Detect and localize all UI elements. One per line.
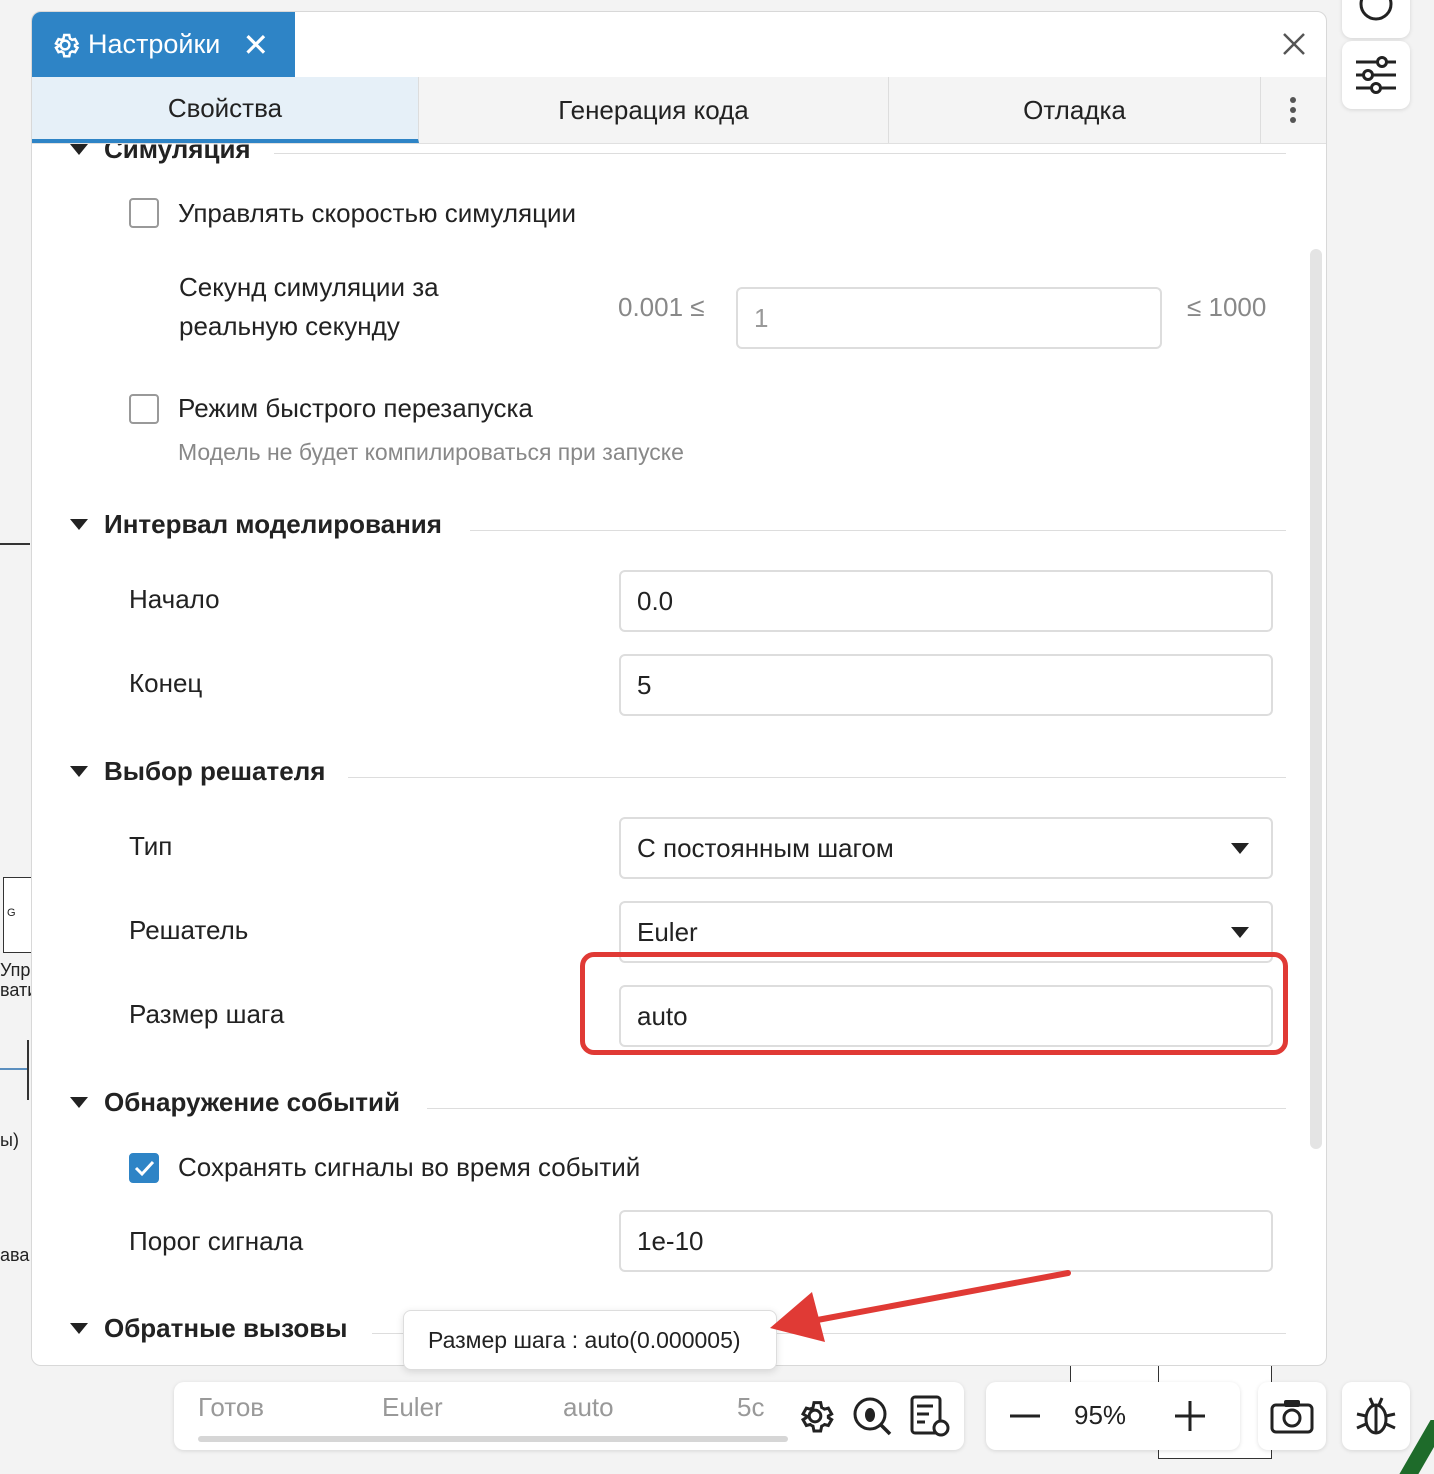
check-icon	[134, 1160, 155, 1177]
progress-bar	[198, 1436, 788, 1442]
speed-control-label: Управлять скоростью симуляции	[178, 198, 577, 228]
canvas-label: G	[7, 907, 16, 919]
section-title: Обратные вызовы	[104, 1313, 348, 1343]
gear-icon	[54, 33, 80, 57]
collapse-triangle-icon	[70, 1097, 88, 1108]
section-title: Интервал моделирования	[104, 509, 442, 539]
zoom-control: 95%	[986, 1382, 1240, 1450]
canvas-wire	[0, 543, 30, 545]
section-divider	[470, 530, 1286, 531]
sim-seconds-input[interactable]: 1	[736, 287, 1162, 349]
status-state: Готов	[198, 1392, 265, 1422]
sim-seconds-label-line2: реальную секунду	[179, 311, 400, 341]
sim-seconds-max: ≤ 1000	[1187, 292, 1267, 322]
status-step[interactable]: auto	[563, 1392, 614, 1423]
close-tab-icon[interactable]: ✕	[242, 29, 269, 61]
close-icon	[1283, 33, 1305, 55]
panel-tabbar: Настройки ✕	[32, 12, 1326, 78]
gear-icon[interactable]	[795, 1396, 835, 1436]
section-divider	[348, 777, 1286, 778]
status-time: 5с	[737, 1392, 765, 1422]
tab-code-generation[interactable]: Генерация кода	[419, 77, 889, 143]
threshold-input[interactable]: 1e-10	[619, 1210, 1273, 1272]
sliders-icon	[1356, 56, 1396, 94]
section-title: Симуляция	[104, 144, 251, 164]
chevron-down-icon	[1231, 927, 1249, 938]
code-settings-icon[interactable]	[909, 1394, 951, 1438]
section-divider	[427, 1108, 1286, 1109]
debug-button[interactable]	[1342, 1382, 1410, 1450]
section-title: Обнаружение событий	[104, 1087, 400, 1117]
section-divider	[274, 153, 1286, 154]
end-input[interactable]: 5	[619, 654, 1273, 716]
zoom-in-icon[interactable]	[1173, 1399, 1207, 1433]
section-callbacks-header[interactable]: Обратные вызовы	[70, 1313, 347, 1344]
collapse-triangle-icon	[70, 144, 88, 155]
section-title: Выбор решателя	[104, 756, 326, 786]
section-interval-header[interactable]: Интервал моделирования	[70, 509, 442, 540]
section-solver-header[interactable]: Выбор решателя	[70, 756, 325, 787]
collapse-triangle-icon	[70, 519, 88, 530]
step-size-tooltip: Размер шага : auto(0.000005)	[403, 1310, 777, 1370]
camera-icon	[1270, 1400, 1314, 1434]
canvas-wire	[0, 1068, 28, 1070]
fast-restart-checkbox[interactable]	[129, 394, 159, 424]
more-vertical-icon	[1290, 97, 1296, 123]
sim-seconds-label: Секунд симуляции за	[179, 272, 439, 302]
help-button[interactable]	[1342, 0, 1410, 38]
fast-restart-label: Режим быстрого перезапуска	[178, 393, 533, 423]
speed-control-checkbox[interactable]	[129, 198, 159, 228]
save-signals-checkbox[interactable]	[129, 1153, 159, 1183]
status-icon-group	[788, 1382, 958, 1450]
canvas-wire	[27, 1040, 29, 1100]
start-label: Начало	[129, 584, 220, 614]
sim-seconds-min: 0.001 ≤	[618, 292, 705, 322]
settings-doc-tab[interactable]: Настройки ✕	[32, 12, 295, 77]
zoom-level: 95%	[1074, 1400, 1127, 1430]
status-solver: Euler	[382, 1392, 443, 1422]
type-select[interactable]: С постоянным шагом	[619, 817, 1273, 879]
tab-properties[interactable]: Свойства	[32, 77, 419, 143]
settings-panel-toggle-button[interactable]	[1342, 41, 1410, 109]
step-size-label: Размер шага	[129, 999, 285, 1029]
type-select-value: С постоянным шагом	[637, 832, 894, 863]
section-simulation-header[interactable]: Симуляция	[70, 144, 251, 165]
settings-tab-title: Настройки	[88, 29, 221, 59]
zoom-out-icon[interactable]	[1008, 1399, 1042, 1433]
bug-search-icon[interactable]	[850, 1394, 894, 1438]
screenshot-button[interactable]	[1258, 1382, 1326, 1450]
chevron-down-icon	[1231, 843, 1249, 854]
collapse-triangle-icon	[70, 766, 88, 777]
start-input[interactable]: 0.0	[619, 570, 1273, 632]
solver-label: Решатель	[129, 915, 249, 945]
collapse-triangle-icon	[70, 1323, 88, 1334]
bug-icon	[1356, 1397, 1396, 1435]
scrollbar[interactable]	[1310, 249, 1322, 1149]
end-label: Конец	[129, 668, 203, 698]
subtabs: Свойства Генерация кода Отладка	[32, 77, 1326, 144]
threshold-label: Порог сигнала	[129, 1226, 304, 1256]
fast-restart-hint: Модель не будет компилироваться при запу…	[178, 439, 684, 465]
section-events-header[interactable]: Обнаружение событий	[70, 1087, 400, 1118]
canvas-label: ы)	[0, 1130, 19, 1150]
help-icon	[1359, 0, 1393, 21]
settings-panel: Настройки ✕ Свойства Генерация кода Отла…	[31, 11, 1327, 1366]
type-label: Тип	[129, 831, 173, 861]
close-panel-button[interactable]	[1276, 26, 1312, 62]
more-options-button[interactable]	[1260, 77, 1326, 143]
tab-debug[interactable]: Отладка	[889, 77, 1261, 143]
highlight-annotation	[580, 952, 1288, 1055]
canvas-label: ава	[0, 1245, 30, 1265]
properties-content: Симуляция Управлять скоростью симуляции …	[32, 144, 1326, 1365]
save-signals-label: Сохранять сигналы во время событий	[178, 1152, 641, 1182]
solver-select-value: Euler	[637, 916, 698, 947]
